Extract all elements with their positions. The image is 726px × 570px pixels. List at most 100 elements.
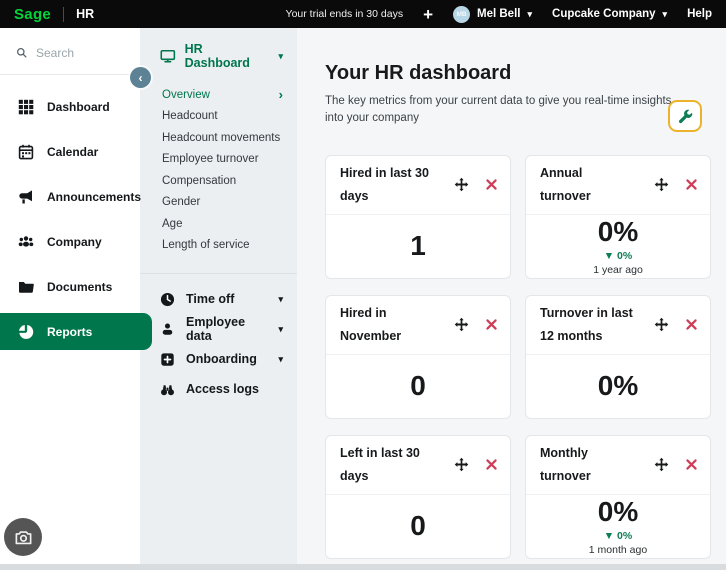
window-bottom-edge [0,564,726,570]
sidebar-item-documents[interactable]: Documents [0,264,140,309]
reports-sidebar: HR Dashboard ▾ Overview › Headcount Head… [140,28,297,570]
user-name: Mel Bell [477,8,520,20]
sidebar-item-label: Dashboard [47,100,110,114]
move-icon[interactable] [654,177,669,192]
section-label: Employee data [186,315,267,343]
user-menu[interactable]: MB Mel Bell ▾ [453,6,532,23]
widget-period: 1 month ago [589,544,647,556]
section-label: Access logs [186,382,259,396]
sidebar-item-company[interactable]: Company [0,219,140,264]
nav-item-overview[interactable]: Overview › [162,84,283,106]
sidebar-item-label: Announcements [47,190,141,204]
sidebar-item-label: Documents [47,280,112,294]
company-name: Cupcake Company [552,8,656,20]
widget-value: 0% [598,497,638,528]
widget-title: Annual turnover [540,162,636,208]
sidebar-item-reports[interactable]: Reports [0,313,152,350]
nav-item-employee-turnover[interactable]: Employee turnover [162,149,283,171]
nav-item-headcount-movements[interactable]: Headcount movements [162,127,283,149]
primary-sidebar: Dashboard Calendar Announcements Company… [0,28,140,570]
move-icon[interactable] [454,317,469,332]
widget-title: Hired in last 30 days [340,162,436,208]
chevron-down-icon: ▾ [278,52,283,61]
sidebar-divider [140,273,297,274]
widget-value: 0% [598,217,638,248]
section-time-off[interactable]: Time off ▾ [140,284,297,314]
widget-delta: ▼ 0% [604,530,633,542]
move-icon[interactable] [654,317,669,332]
close-icon[interactable] [485,178,498,191]
product-name: HR [76,7,94,21]
section-label: Time off [186,292,234,306]
sidebar-item-label: Reports [47,325,92,339]
nav-item-headcount[interactable]: Headcount [162,106,283,128]
widget-title: Monthly turnover [540,442,636,488]
widget-delta: ▼ 0% [604,250,633,262]
company-menu[interactable]: Cupcake Company ▾ [552,8,667,20]
widget-monthly-turnover: Monthly turnover 0% ▼ 0% 1 month ago [525,435,711,559]
monitor-icon [160,48,176,64]
top-bar: Sage HR Your trial ends in 30 days + MB … [0,0,726,28]
search-icon [16,45,27,60]
widget-hired-in-month: Hired in November 0 [325,295,511,419]
nav-item-gender[interactable]: Gender [162,192,283,214]
widget-title: Turnover in last 12 months [540,302,636,348]
section-hr-dashboard[interactable]: HR Dashboard ▾ [140,34,297,78]
megaphone-icon [18,189,34,205]
section-onboarding[interactable]: Onboarding ▾ [140,344,297,374]
collapse-sidebar-button[interactable]: ‹ [130,67,151,88]
search-input[interactable] [36,46,128,60]
add-icon[interactable]: + [423,6,433,23]
person-icon [160,322,175,337]
move-icon[interactable] [654,457,669,472]
move-icon[interactable] [454,177,469,192]
widget-annual-turnover: Annual turnover 0% ▼ 0% 1 year ago [525,155,711,279]
sidebar-item-dashboard[interactable]: Dashboard [0,84,140,129]
wrench-icon [678,109,693,124]
people-icon [18,234,34,250]
binoculars-icon [160,382,175,397]
move-icon[interactable] [454,457,469,472]
page-subtitle: The key metrics from your current data t… [325,93,677,128]
chevron-down-icon: ▾ [278,295,283,304]
widget-value: 0 [410,371,426,402]
chevron-down-icon: ▾ [663,10,668,19]
widget-title: Left in last 30 days [340,442,436,488]
close-icon[interactable] [685,318,698,331]
search-bar[interactable] [0,28,140,74]
plus-square-icon [160,352,175,367]
chevron-down-icon: ▾ [527,10,532,19]
widget-period: 1 year ago [593,264,643,276]
close-icon[interactable] [485,458,498,471]
calendar-icon [18,144,34,160]
close-icon[interactable] [485,318,498,331]
pie-chart-icon [18,324,34,340]
widget-title: Hired in November [340,302,436,348]
sidebar-item-label: Calendar [47,145,98,159]
widget-turnover-12-months: Turnover in last 12 months 0% [525,295,711,419]
widget-value: 1 [410,231,426,262]
help-link[interactable]: Help [687,8,712,20]
sidebar-item-announcements[interactable]: Announcements [0,174,140,219]
trial-banner: Your trial ends in 30 days [286,8,404,20]
close-icon[interactable] [685,178,698,191]
section-access-logs[interactable]: Access logs [140,374,297,404]
nav-item-compensation[interactable]: Compensation [162,170,283,192]
nav-item-length-of-service[interactable]: Length of service [162,235,283,257]
sidebar-item-label: Company [47,235,102,249]
sage-logo[interactable]: Sage [14,6,51,23]
chevron-down-icon: ▾ [278,325,283,334]
clock-icon [160,292,175,307]
avatar: MB [453,6,470,23]
sidebar-item-calendar[interactable]: Calendar [0,129,140,174]
topbar-divider [63,7,64,22]
section-employee-data[interactable]: Employee data ▾ [140,314,297,344]
chevron-right-icon: › [279,87,283,102]
chevron-down-icon: ▾ [278,355,283,364]
grid-icon [18,99,34,115]
nav-item-age[interactable]: Age [162,213,283,235]
page-title: Your HR dashboard [325,62,726,85]
customize-dashboard-button[interactable] [668,100,702,132]
screenshot-overlay-badge[interactable] [4,518,42,556]
close-icon[interactable] [685,458,698,471]
